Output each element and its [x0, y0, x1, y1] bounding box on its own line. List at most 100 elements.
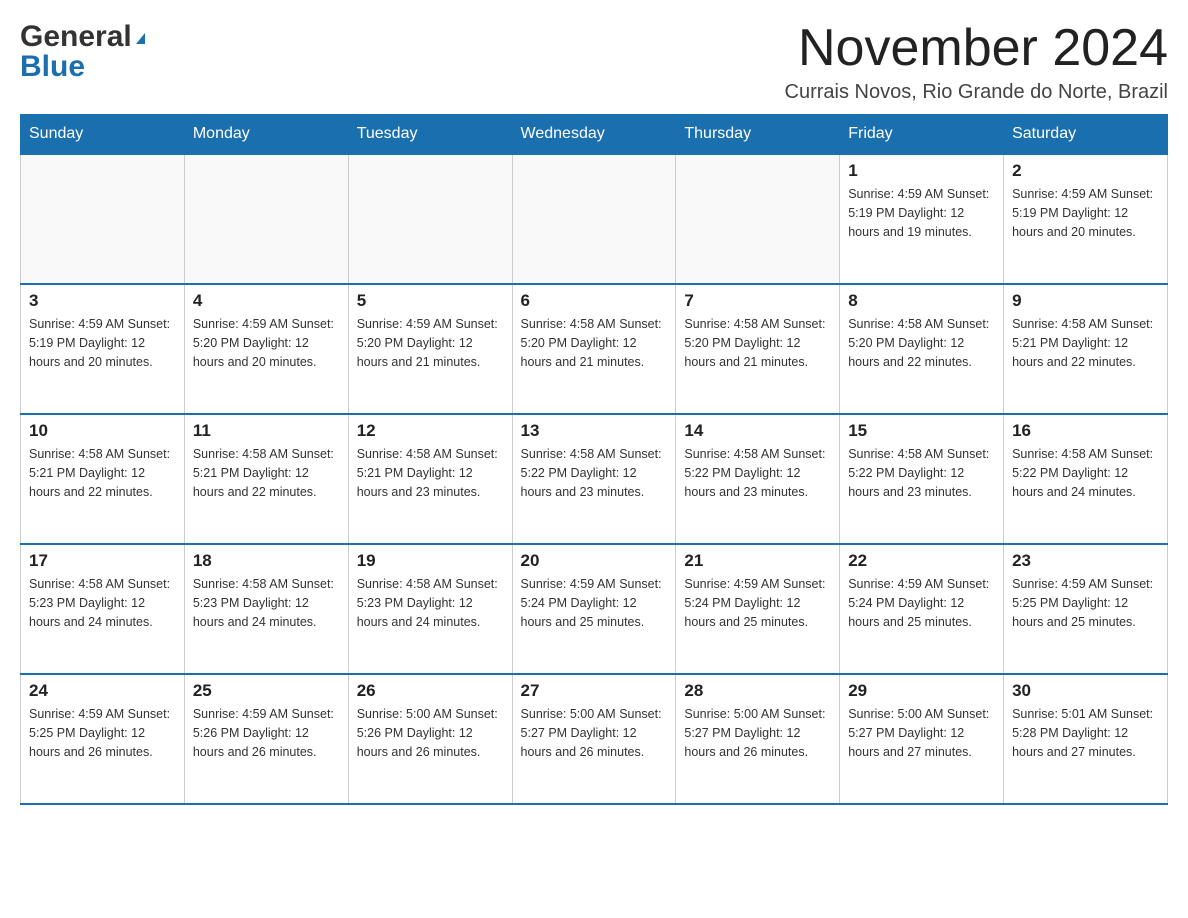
logo-blue-text: Blue — [20, 50, 85, 84]
logo: General Blue — [20, 20, 145, 84]
day-number: 8 — [848, 291, 995, 311]
calendar-cell: 30 Sunrise: 5:01 AM Sunset: 5:28 PM Dayli… — [1004, 674, 1168, 804]
calendar-cell: 12 Sunrise: 4:58 AM Sunset: 5:21 PM Dayli… — [348, 414, 512, 544]
page-header: General Blue November 2024 Currais Novos… — [20, 20, 1168, 104]
day-number: 20 — [521, 551, 668, 571]
day-number: 22 — [848, 551, 995, 571]
day-number: 23 — [1012, 551, 1159, 571]
day-number: 26 — [357, 681, 504, 701]
day-info: Sunrise: 5:00 AM Sunset: 5:27 PM Dayligh… — [848, 705, 995, 761]
day-number: 10 — [29, 421, 176, 441]
header-friday: Friday — [840, 115, 1004, 155]
calendar-cell: 18Sunrise: 4:58 AM Sunset: 5:23 PM Dayli… — [184, 544, 348, 674]
calendar-cell: 23 Sunrise: 4:59 AM Sunset: 5:25 PM Dayli… — [1004, 544, 1168, 674]
day-number: 24 — [29, 681, 176, 701]
title-section: November 2024 Currais Novos, Rio Grande … — [785, 20, 1168, 104]
header-tuesday: Tuesday — [348, 115, 512, 155]
calendar-cell — [676, 154, 840, 284]
calendar-cell: 22 Sunrise: 4:59 AM Sunset: 5:24 PM Dayli… — [840, 544, 1004, 674]
day-info: Sunrise: 4:59 AM Sunset: 5:24 PM Dayligh… — [684, 575, 831, 631]
day-info: Sunrise: 4:58 AM Sunset: 5:22 PM Dayligh… — [521, 445, 668, 501]
calendar-cell: 10 Sunrise: 4:58 AM Sunset: 5:21 PM Dayli… — [21, 414, 185, 544]
calendar-cell — [184, 154, 348, 284]
day-info: Sunrise: 4:59 AM Sunset: 5:19 PM Dayligh… — [29, 315, 176, 371]
day-info: Sunrise: 5:00 AM Sunset: 5:27 PM Dayligh… — [521, 705, 668, 761]
day-number: 9 — [1012, 291, 1159, 311]
calendar-cell: 17Sunrise: 4:58 AM Sunset: 5:23 PM Dayli… — [21, 544, 185, 674]
day-number: 5 — [357, 291, 504, 311]
day-info: Sunrise: 4:59 AM Sunset: 5:20 PM Dayligh… — [193, 315, 340, 371]
calendar-cell: 16Sunrise: 4:58 AM Sunset: 5:22 PM Dayli… — [1004, 414, 1168, 544]
header-wednesday: Wednesday — [512, 115, 676, 155]
calendar-cell: 20 Sunrise: 4:59 AM Sunset: 5:24 PM Dayli… — [512, 544, 676, 674]
calendar-cell: 3 Sunrise: 4:59 AM Sunset: 5:19 PM Daylig… — [21, 284, 185, 414]
calendar-cell: 2 Sunrise: 4:59 AM Sunset: 5:19 PM Daylig… — [1004, 154, 1168, 284]
day-number: 29 — [848, 681, 995, 701]
calendar-cell: 25 Sunrise: 4:59 AM Sunset: 5:26 PM Dayli… — [184, 674, 348, 804]
day-info: Sunrise: 4:58 AM Sunset: 5:21 PM Dayligh… — [1012, 315, 1159, 371]
day-info: Sunrise: 4:59 AM Sunset: 5:19 PM Dayligh… — [848, 185, 995, 241]
month-title: November 2024 — [785, 20, 1168, 77]
calendar-cell: 1Sunrise: 4:59 AM Sunset: 5:19 PM Daylig… — [840, 154, 1004, 284]
day-info: Sunrise: 4:58 AM Sunset: 5:20 PM Dayligh… — [521, 315, 668, 371]
calendar-cell: 19 Sunrise: 4:58 AM Sunset: 5:23 PM Dayli… — [348, 544, 512, 674]
day-info: Sunrise: 4:58 AM Sunset: 5:21 PM Dayligh… — [357, 445, 504, 501]
header-sunday: Sunday — [21, 115, 185, 155]
calendar-week-2: 10 Sunrise: 4:58 AM Sunset: 5:21 PM Dayli… — [21, 414, 1168, 544]
day-info: Sunrise: 4:59 AM Sunset: 5:19 PM Dayligh… — [1012, 185, 1159, 241]
calendar-cell: 27Sunrise: 5:00 AM Sunset: 5:27 PM Dayli… — [512, 674, 676, 804]
day-info: Sunrise: 4:58 AM Sunset: 5:22 PM Dayligh… — [684, 445, 831, 501]
calendar-cell — [512, 154, 676, 284]
day-info: Sunrise: 4:59 AM Sunset: 5:25 PM Dayligh… — [1012, 575, 1159, 631]
day-info: Sunrise: 5:00 AM Sunset: 5:26 PM Dayligh… — [357, 705, 504, 761]
day-number: 7 — [684, 291, 831, 311]
header-thursday: Thursday — [676, 115, 840, 155]
logo-triangle-icon — [136, 33, 145, 44]
calendar-cell: 14 Sunrise: 4:58 AM Sunset: 5:22 PM Dayli… — [676, 414, 840, 544]
day-info: Sunrise: 4:58 AM Sunset: 5:23 PM Dayligh… — [357, 575, 504, 631]
day-number: 25 — [193, 681, 340, 701]
calendar-cell: 6 Sunrise: 4:58 AM Sunset: 5:20 PM Daylig… — [512, 284, 676, 414]
day-info: Sunrise: 4:59 AM Sunset: 5:25 PM Dayligh… — [29, 705, 176, 761]
header-monday: Monday — [184, 115, 348, 155]
calendar-cell: 15Sunrise: 4:58 AM Sunset: 5:22 PM Dayli… — [840, 414, 1004, 544]
calendar-header-row: SundayMondayTuesdayWednesdayThursdayFrid… — [21, 115, 1168, 155]
header-saturday: Saturday — [1004, 115, 1168, 155]
day-info: Sunrise: 4:58 AM Sunset: 5:20 PM Dayligh… — [684, 315, 831, 371]
day-number: 13 — [521, 421, 668, 441]
calendar-cell: 7 Sunrise: 4:58 AM Sunset: 5:20 PM Daylig… — [676, 284, 840, 414]
calendar-cell: 11 Sunrise: 4:58 AM Sunset: 5:21 PM Dayli… — [184, 414, 348, 544]
day-info: Sunrise: 5:01 AM Sunset: 5:28 PM Dayligh… — [1012, 705, 1159, 761]
day-info: Sunrise: 4:58 AM Sunset: 5:21 PM Dayligh… — [29, 445, 176, 501]
calendar-week-0: 1Sunrise: 4:59 AM Sunset: 5:19 PM Daylig… — [21, 154, 1168, 284]
day-number: 30 — [1012, 681, 1159, 701]
calendar-cell: 21Sunrise: 4:59 AM Sunset: 5:24 PM Dayli… — [676, 544, 840, 674]
day-info: Sunrise: 4:59 AM Sunset: 5:24 PM Dayligh… — [521, 575, 668, 631]
location-text: Currais Novos, Rio Grande do Norte, Braz… — [785, 81, 1168, 104]
day-info: Sunrise: 4:58 AM Sunset: 5:21 PM Dayligh… — [193, 445, 340, 501]
calendar-cell: 28Sunrise: 5:00 AM Sunset: 5:27 PM Dayli… — [676, 674, 840, 804]
day-info: Sunrise: 4:59 AM Sunset: 5:20 PM Dayligh… — [357, 315, 504, 371]
day-number: 28 — [684, 681, 831, 701]
day-number: 6 — [521, 291, 668, 311]
calendar-cell — [348, 154, 512, 284]
day-number: 17 — [29, 551, 176, 571]
day-info: Sunrise: 4:59 AM Sunset: 5:26 PM Dayligh… — [193, 705, 340, 761]
day-number: 14 — [684, 421, 831, 441]
day-number: 2 — [1012, 161, 1159, 181]
day-info: Sunrise: 4:59 AM Sunset: 5:24 PM Dayligh… — [848, 575, 995, 631]
day-number: 16 — [1012, 421, 1159, 441]
day-number: 4 — [193, 291, 340, 311]
day-number: 12 — [357, 421, 504, 441]
calendar-cell: 4 Sunrise: 4:59 AM Sunset: 5:20 PM Daylig… — [184, 284, 348, 414]
logo-general-text: General — [20, 20, 132, 54]
calendar-cell: 5 Sunrise: 4:59 AM Sunset: 5:20 PM Daylig… — [348, 284, 512, 414]
day-number: 15 — [848, 421, 995, 441]
day-number: 19 — [357, 551, 504, 571]
calendar-cell: 24 Sunrise: 4:59 AM Sunset: 5:25 PM Dayli… — [21, 674, 185, 804]
day-info: Sunrise: 4:58 AM Sunset: 5:23 PM Dayligh… — [193, 575, 340, 631]
calendar-week-1: 3 Sunrise: 4:59 AM Sunset: 5:19 PM Daylig… — [21, 284, 1168, 414]
day-number: 3 — [29, 291, 176, 311]
day-number: 11 — [193, 421, 340, 441]
calendar-cell — [21, 154, 185, 284]
